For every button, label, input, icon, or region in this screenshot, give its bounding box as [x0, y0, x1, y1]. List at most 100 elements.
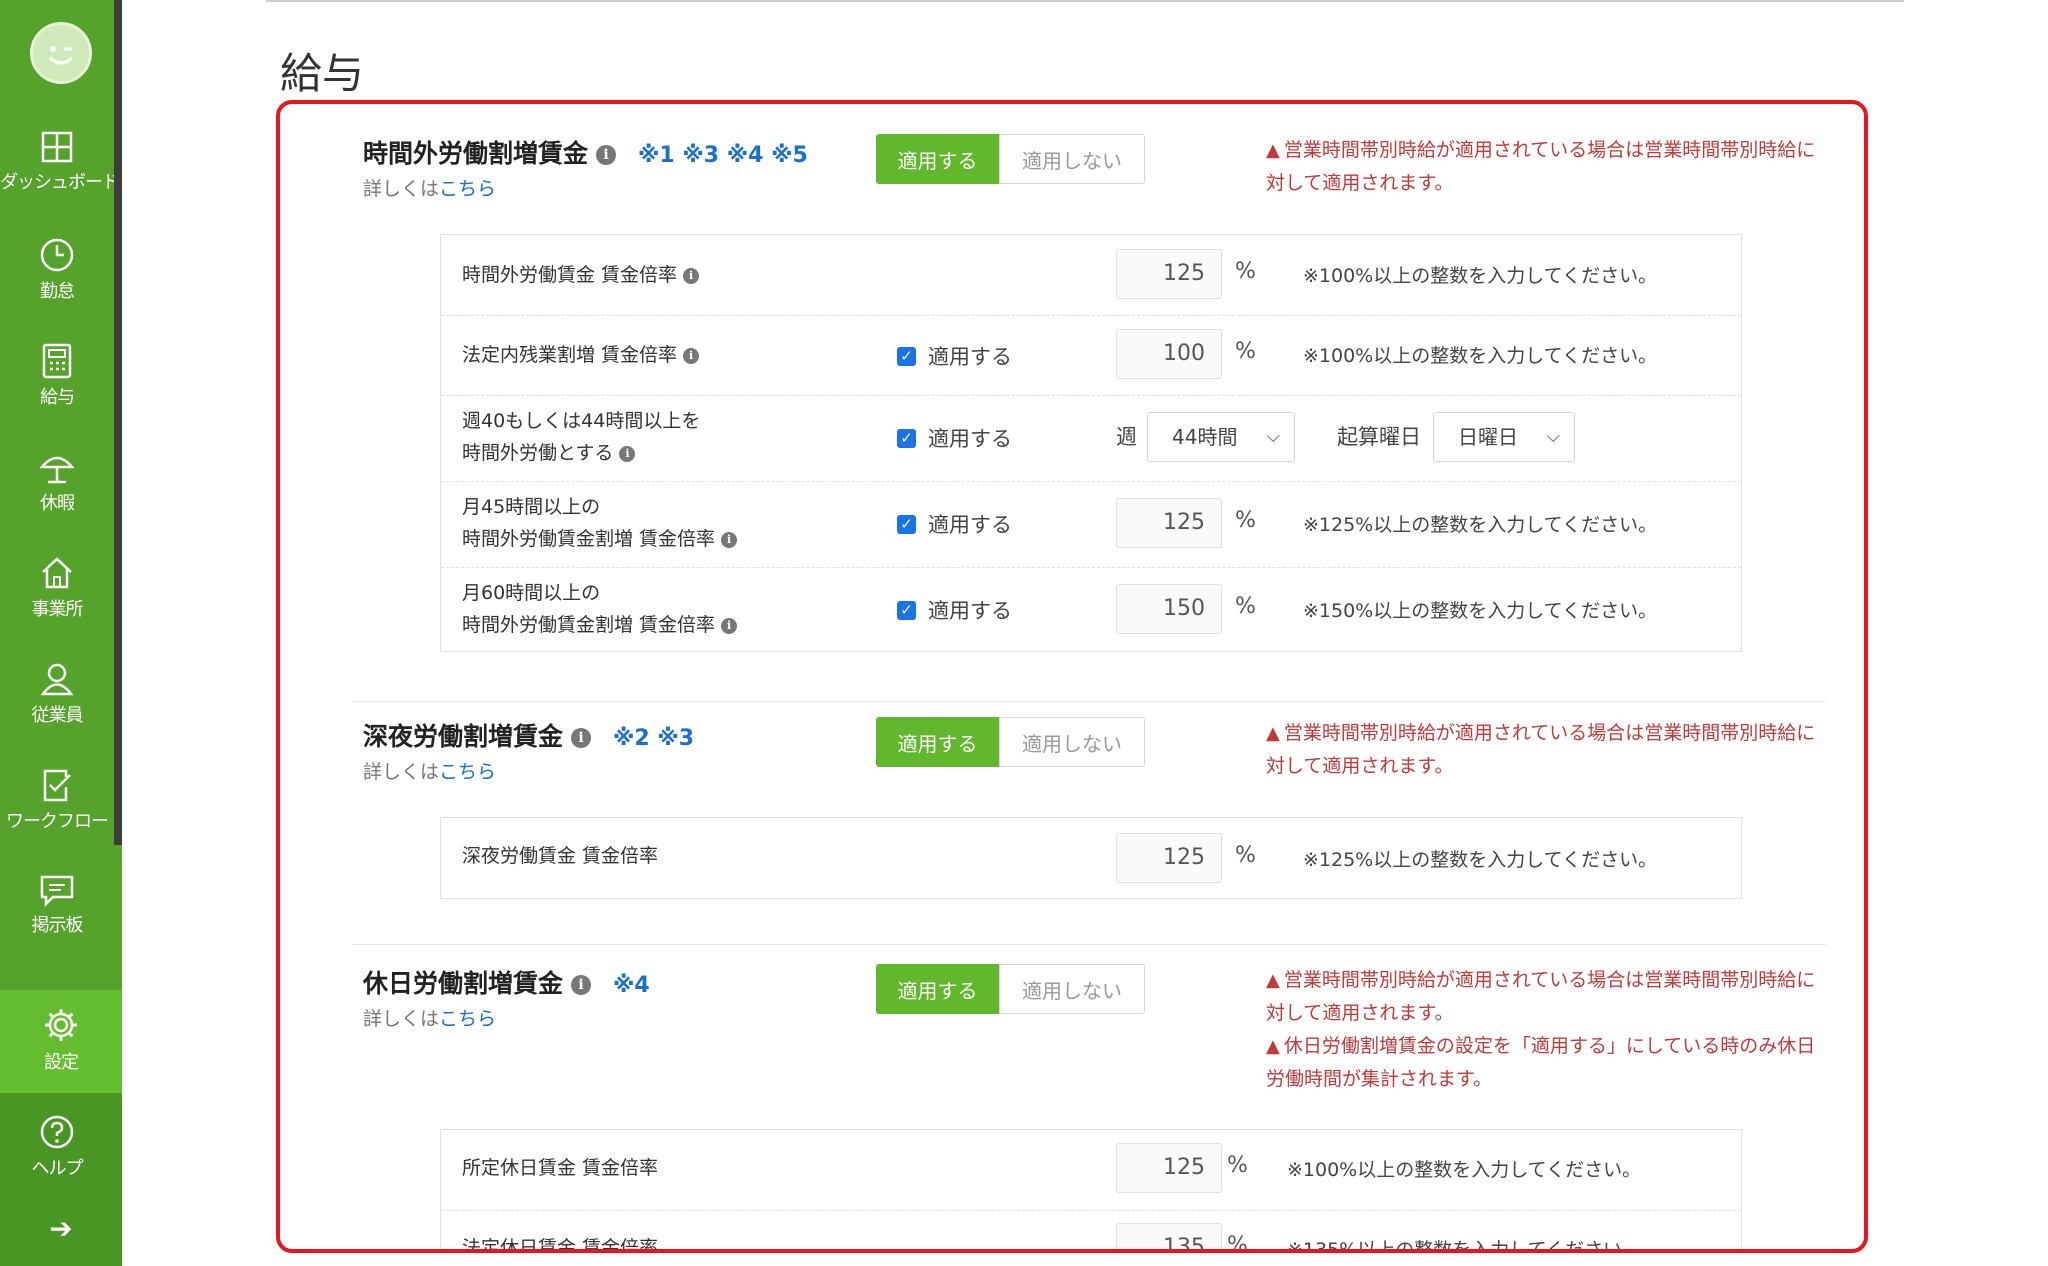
- sidebar-item-label: 設定: [44, 1052, 79, 1073]
- sidebar-item-settings[interactable]: 設定: [0, 990, 122, 1093]
- rate-input[interactable]: 125: [1116, 249, 1222, 299]
- note-refs: ※2 ※3: [613, 726, 695, 751]
- percent-unit: %: [1235, 339, 1256, 364]
- table-row: 時間外労働賃金 賃金倍率 i 125 % ※100%以上の整数を入力してください。: [441, 235, 1741, 316]
- start-day-select[interactable]: 日曜日 ⌵: [1433, 412, 1575, 462]
- rate-input[interactable]: 150: [1116, 584, 1222, 634]
- chat-bubble-icon: [40, 875, 74, 907]
- detail-text: 詳しくはこちら: [363, 178, 497, 200]
- info-icon[interactable]: i: [721, 617, 738, 634]
- sidebar-item-label: 勤怠: [40, 281, 75, 302]
- row-label: 月60時間以上の 時間外労働賃金割増 賃金倍率 i: [462, 577, 738, 641]
- hint-text: ※135%以上の整数を入力してください。: [1287, 1239, 1642, 1253]
- sidebar-item-payroll[interactable]: 給与: [0, 343, 114, 433]
- sidebar: ダッシュボード 勤怠 給与 休暇 事業所 従業員 ワークフロー 掲示板 設定 ヘ…: [0, 0, 122, 1266]
- warning-icon: ▲: [1266, 723, 1280, 744]
- collapse-arrow-icon[interactable]: ➔: [0, 1212, 122, 1245]
- sidebar-item-label: ダッシュボード: [0, 172, 120, 193]
- logo-avatar-icon[interactable]: [30, 22, 92, 84]
- sidebar-item-label: 給与: [40, 387, 75, 408]
- checkbox-checked-icon[interactable]: ✓: [897, 514, 916, 534]
- not-apply-button[interactable]: 適用しない: [999, 717, 1145, 767]
- dashboard-icon: [41, 131, 73, 163]
- apply-checkbox[interactable]: ✓ 適用する: [897, 341, 1012, 371]
- warning-text: ▲ 営業時間帯別時給が適用されている場合は営業時間帯別時給に対して適用されます。: [1266, 139, 1816, 194]
- info-icon[interactable]: i: [619, 445, 636, 462]
- rate-input[interactable]: 125: [1116, 833, 1222, 883]
- highlight-frame: 時間外労働割増賃金 i ※1 ※3 ※4 ※5 詳しくはこちら 適用する 適用しない…: [276, 100, 1868, 1253]
- percent-unit: %: [1235, 843, 1256, 868]
- table-row: 法定内残業割増 賃金倍率 i ✓ 適用する 100 % ※100%以上の整数を入力し…: [441, 315, 1741, 396]
- apply-toggle: 適用する 適用しない: [876, 964, 1145, 1014]
- checkbox-checked-icon[interactable]: ✓: [897, 600, 916, 620]
- sidebar-item-office[interactable]: 事業所: [0, 555, 114, 645]
- sidebar-scrollbar[interactable]: [114, 0, 122, 845]
- note-refs: ※4: [613, 973, 650, 998]
- table-row: 深夜労働賃金 賃金倍率 125 % ※125%以上の整数を入力してください。: [441, 818, 1741, 898]
- section-divider: [352, 701, 1826, 702]
- page-title: 給与: [280, 49, 365, 98]
- hint-text: ※100%以上の整数を入力してください。: [1287, 1159, 1642, 1181]
- apply-button[interactable]: 適用する: [876, 717, 1000, 767]
- not-apply-button[interactable]: 適用しない: [999, 134, 1145, 184]
- detail-link[interactable]: こちら: [439, 178, 496, 200]
- chevron-down-icon: ⌵: [1546, 426, 1560, 447]
- rate-input[interactable]: 100: [1116, 329, 1222, 379]
- sidebar-item-employees[interactable]: 従業員: [0, 661, 114, 751]
- rate-input[interactable]: 125: [1116, 1143, 1222, 1193]
- sidebar-item-label: 従業員: [31, 705, 84, 726]
- apply-checkbox[interactable]: ✓ 適用する: [897, 423, 1012, 453]
- table-row: 週40もしくは44時間以上を 時間外労働とする i ✓ 適用する 週 44時間 ⌵ 起算…: [441, 395, 1741, 482]
- hint-text: ※125%以上の整数を入力してください。: [1303, 849, 1658, 871]
- hint-text: ※125%以上の整数を入力してください。: [1303, 514, 1658, 536]
- checkbox-checked-icon[interactable]: ✓: [897, 428, 916, 448]
- checkbox-checked-icon[interactable]: ✓: [897, 346, 916, 366]
- apply-checkbox[interactable]: ✓ 適用する: [897, 509, 1012, 539]
- settings-table: 時間外労働賃金 賃金倍率 i 125 % ※100%以上の整数を入力してください。…: [440, 234, 1742, 652]
- umbrella-icon: [39, 456, 75, 484]
- sidebar-item-label: 事業所: [31, 599, 84, 620]
- row-label: 週40もしくは44時間以上を 時間外労働とする i: [462, 410, 701, 464]
- sidebar-item-workflow[interactable]: ワークフロー: [0, 767, 114, 857]
- apply-button[interactable]: 適用する: [876, 134, 1000, 184]
- header-divider: [266, 0, 1904, 2]
- row-label: 法定内残業割増 賃金倍率 i: [462, 339, 700, 371]
- percent-unit: %: [1227, 1153, 1248, 1178]
- not-apply-button[interactable]: 適用しない: [999, 964, 1145, 1014]
- detail-link[interactable]: こちら: [439, 761, 496, 783]
- info-icon[interactable]: i: [571, 728, 592, 748]
- apply-toggle: 適用する 適用しない: [876, 134, 1145, 184]
- detail-link[interactable]: こちら: [439, 1008, 496, 1030]
- sidebar-item-help[interactable]: ヘルプ: [0, 1114, 114, 1204]
- week-hours-select[interactable]: 44時間 ⌵: [1147, 412, 1295, 462]
- info-icon[interactable]: i: [596, 145, 617, 165]
- chevron-down-icon: ⌵: [1266, 426, 1280, 447]
- info-icon[interactable]: i: [683, 267, 700, 284]
- sidebar-item-attendance[interactable]: 勤怠: [0, 237, 114, 327]
- person-icon: [40, 663, 74, 696]
- home-icon: [42, 557, 72, 589]
- sidebar-item-dashboard[interactable]: ダッシュボード: [0, 130, 120, 220]
- rate-input[interactable]: 125: [1116, 498, 1222, 548]
- note-refs: ※1 ※3 ※4 ※5: [638, 143, 808, 168]
- settings-table: 所定休日賃金 賃金倍率 125 % ※100%以上の整数を入力してください。 法…: [440, 1129, 1742, 1253]
- rate-input[interactable]: 135: [1116, 1223, 1222, 1249]
- apply-button[interactable]: 適用する: [876, 964, 1000, 1014]
- info-icon[interactable]: i: [721, 531, 738, 548]
- table-row: 月60時間以上の 時間外労働賃金割増 賃金倍率 i ✓ 適用する 150 % ※150…: [441, 567, 1741, 651]
- apply-checkbox[interactable]: ✓ 適用する: [897, 595, 1012, 625]
- sidebar-item-board[interactable]: 掲示板: [0, 873, 114, 963]
- sidebar-item-label: 休暇: [40, 493, 75, 514]
- hint-text: ※100%以上の整数を入力してください。: [1303, 265, 1658, 287]
- warning-text: ▲ 営業時間帯別時給が適用されている場合は営業時間帯別時給に対して適用されます。: [1266, 722, 1816, 777]
- sidebar-item-leave[interactable]: 休暇: [0, 449, 114, 539]
- percent-unit: %: [1235, 508, 1256, 533]
- info-icon[interactable]: i: [683, 347, 700, 364]
- hint-text: ※100%以上の整数を入力してください。: [1303, 345, 1658, 367]
- clock-icon: [40, 238, 74, 272]
- info-icon[interactable]: i: [571, 975, 592, 995]
- row-label: 月45時間以上の 時間外労働賃金割増 賃金倍率 i: [462, 491, 738, 555]
- section-divider: [352, 944, 1826, 945]
- row-label: 時間外労働賃金 賃金倍率 i: [462, 259, 700, 291]
- percent-unit: %: [1235, 594, 1256, 619]
